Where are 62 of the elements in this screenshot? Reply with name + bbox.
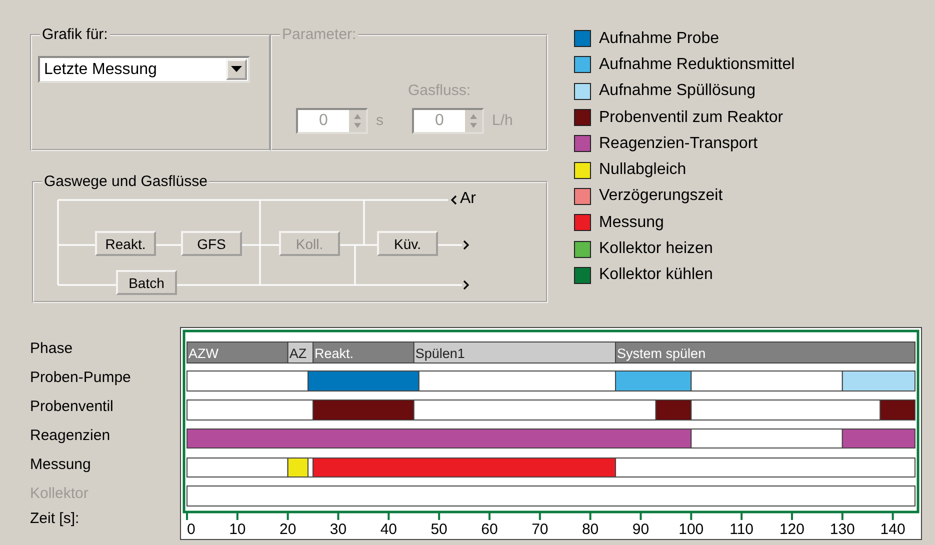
x-tick-label: 40 [380,521,398,538]
unit-label: L/h [492,111,513,131]
axis-tick: 70 [532,512,548,538]
gas-path-button[interactable]: GFS [181,231,242,256]
legend-label: Verzögerungszeit [599,187,723,206]
x-tick-label: 50 [430,521,448,538]
x-tick-label: 20 [279,521,296,538]
axis-tick: 50 [430,512,448,538]
axis-tick: 90 [632,512,650,538]
legend-label: Kollektor kühlen [599,266,713,284]
x-tick-label: 60 [481,521,498,538]
x-tick-label: 0 [187,521,196,538]
x-tick-label: 70 [532,521,548,538]
gas-path-button[interactable]: Küv. [377,231,438,256]
legend-label: Aufnahme Spüllösung [599,82,756,100]
axis-tick: 40 [380,512,397,538]
phase-label: AZW [188,346,218,361]
x-tick-label: 140 [880,521,906,538]
row-label: Probenventil [30,397,114,417]
phase-label: System spülen [617,346,706,361]
legend-label: Reagenzien-Transport [599,134,758,153]
x-tick-label: 90 [632,521,650,538]
x-tick-label: 110 [730,521,754,538]
axis-tick: 130 [830,512,855,538]
axis-tick: 100 [678,512,704,538]
group-title: Gaswege und Gasflüsse [42,173,210,191]
x-tick-label: 30 [330,521,347,538]
axis-tick: 110 [730,512,754,538]
field-label: Gasfluss: [408,82,471,99]
row-label: Phase [30,339,74,359]
gas-label: Ar [460,189,476,209]
gas-path-button[interactable]: Batch [116,270,177,295]
x-tick-label: 10 [229,521,246,538]
legend-label: Probenventil zum Reaktor [599,108,784,127]
x-tick-label: 120 [779,521,804,538]
x-tick-label: 130 [830,521,855,538]
axis-tick: 20 [279,512,296,538]
axis-tick: 140 [880,512,906,538]
legend-label: Aufnahme Reduktionsmittel [599,56,795,74]
axis-tick: 120 [779,512,804,538]
phase-label: Spülen1 [415,346,465,361]
row-label: Messung [30,455,92,475]
unit-label: s [376,111,384,131]
axis-tick: 30 [330,512,347,538]
legend-label: Nullabgleich [599,161,686,180]
row-label: Proben-Pumpe [30,368,132,388]
row-label: Kollektor [30,484,90,504]
legend-label: Aufnahme Probe [599,30,720,48]
axis-label: Zeit [s]: [30,509,80,529]
gas-path-button[interactable]: Reakt. [95,231,156,256]
phase-label: Reakt. [314,346,354,361]
axis-tick: 80 [582,512,599,538]
axis-tick: 10 [229,512,246,538]
legend-label: Kollektor heizen [599,240,713,258]
phase-label: AZ [289,346,307,361]
axis-tick: 0 [186,512,196,538]
legend-label: Messung [599,214,664,232]
graph-dropdown[interactable]: Letzte Messung [38,56,250,83]
axis-tick: 60 [481,512,498,538]
row-label: Reagenzien [30,426,112,446]
x-tick-label: 80 [582,521,599,538]
x-tick-label: 100 [678,521,704,538]
